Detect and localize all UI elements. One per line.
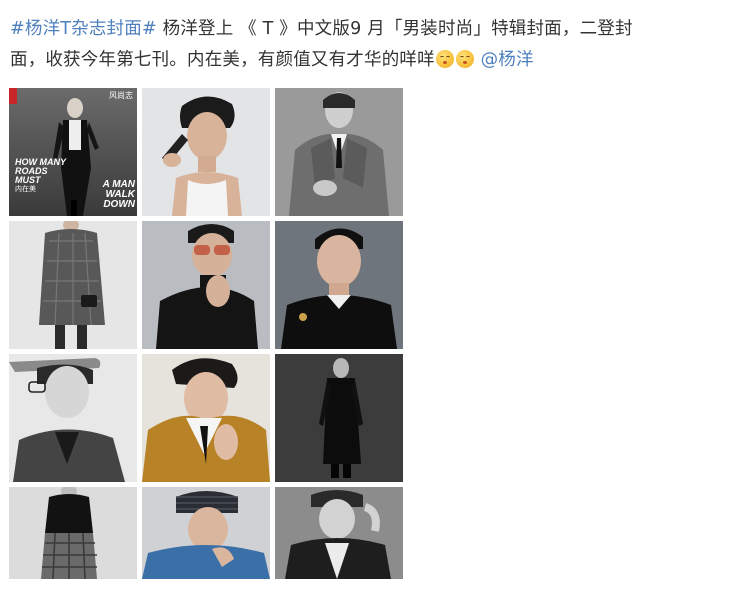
photo-cap-glasses-profile[interactable] bbox=[9, 354, 137, 482]
mention-link[interactable]: @杨洋 bbox=[481, 50, 534, 70]
black-jacket-portrait-image bbox=[275, 221, 403, 349]
post-text: #杨洋T杂志封面# 杨洋登上 《 T 》中文版9 月「男装时尚」特辑封面，二登封… bbox=[10, 14, 710, 76]
long-black-coat-full-image bbox=[275, 354, 403, 482]
cover-logo-mark bbox=[9, 88, 17, 104]
photo-sunglasses-turtleneck[interactable] bbox=[142, 221, 270, 349]
photo-plaid-overcoat-full[interactable] bbox=[9, 221, 137, 349]
cover-logo: 风尚志 bbox=[109, 91, 133, 100]
photo-tartan-trousers-full[interactable] bbox=[9, 487, 137, 615]
cap-glasses-profile-image bbox=[9, 354, 137, 482]
sunglasses-turtleneck-image bbox=[142, 221, 270, 349]
photo-headband-denim-portrait[interactable] bbox=[142, 487, 270, 579]
white-tank-portrait-image bbox=[142, 88, 270, 216]
post-body-line2: 面，收获今年第七刊。内在美，有颜值又有才华的咩咩 bbox=[10, 50, 435, 70]
photo-grid: 风尚志 HOW MANY ROADS MUST 内在美 A MAN WALK D… bbox=[9, 88, 403, 579]
photo-long-black-coat-full[interactable] bbox=[275, 354, 403, 482]
hashtag-link[interactable]: #杨洋T杂志封面# bbox=[10, 19, 157, 39]
leather-jacket-portrait-image bbox=[275, 487, 403, 579]
photo-leather-jacket-portrait[interactable] bbox=[275, 487, 403, 579]
mustard-jacket-portrait-image bbox=[142, 354, 270, 482]
blush-face-emoji-icon bbox=[435, 50, 454, 68]
headband-denim-portrait-image bbox=[142, 487, 270, 579]
blush-face-emoji-icon bbox=[455, 50, 474, 68]
cover-headline: HOW MANY ROADS MUST bbox=[15, 157, 66, 185]
photo-magazine-cover[interactable]: 风尚志 HOW MANY ROADS MUST 内在美 A MAN WALK D… bbox=[9, 88, 137, 216]
photo-white-tank-portrait[interactable] bbox=[142, 88, 270, 216]
cover-subhead: A MAN WALK DOWN bbox=[102, 179, 135, 210]
photo-trench-coat-portrait[interactable] bbox=[275, 88, 403, 216]
post-body-line1: 杨洋登上 《 T 》中文版9 月「男装时尚」特辑封面，二登封 bbox=[156, 19, 633, 39]
cover-name: 内在美 bbox=[15, 185, 36, 193]
trench-coat-portrait-image bbox=[275, 88, 403, 216]
photo-mustard-jacket-portrait[interactable] bbox=[142, 354, 270, 482]
photo-black-jacket-portrait[interactable] bbox=[275, 221, 403, 349]
plaid-overcoat-full-image bbox=[9, 221, 137, 349]
tartan-trousers-full-image bbox=[9, 487, 137, 579]
